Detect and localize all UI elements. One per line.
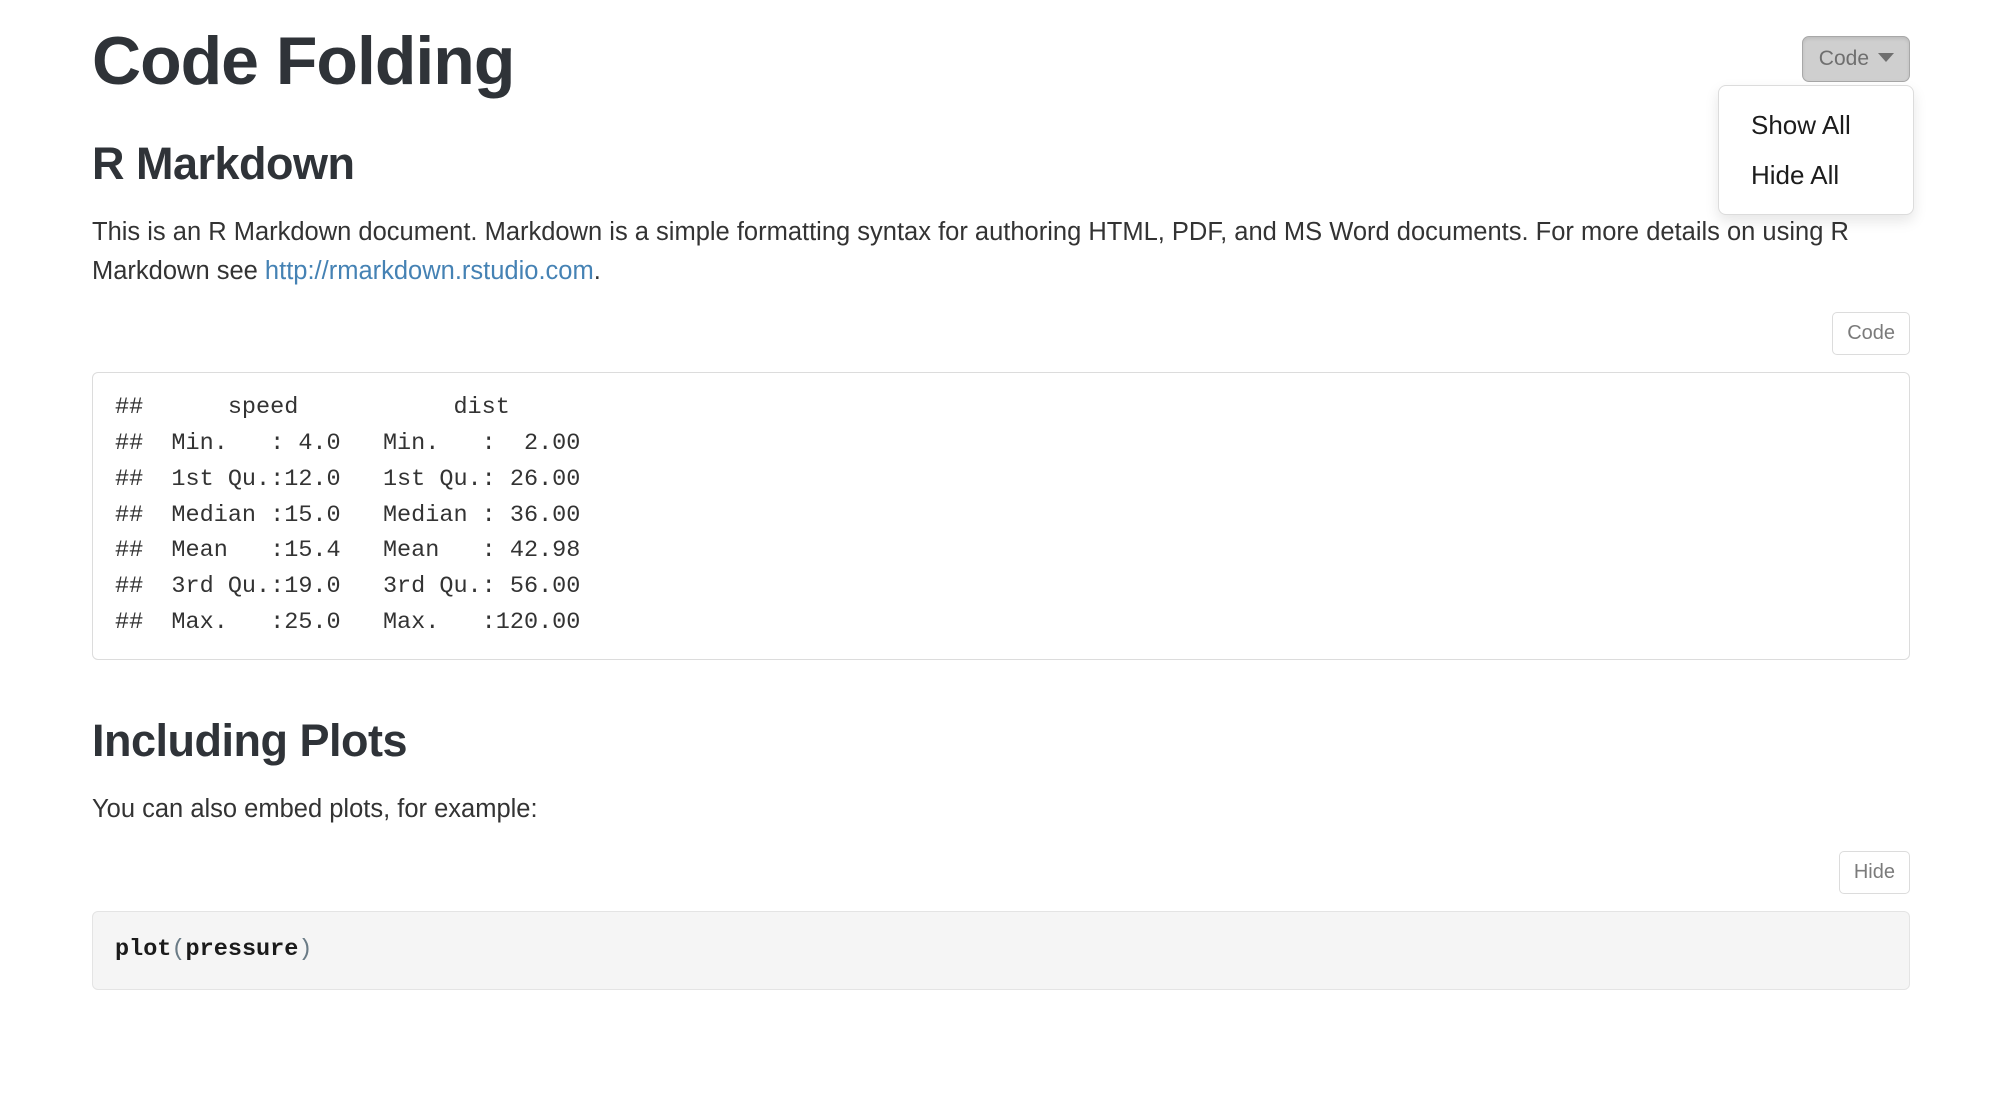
section-heading-including-plots: Including Plots (92, 715, 408, 767)
menu-item-show-all[interactable]: Show All (1719, 100, 1913, 150)
plots-paragraph: You can also embed plots, for example: (92, 794, 538, 823)
document-container: Code Folding R Markdown This is an R Mar… (92, 0, 1910, 991)
chevron-down-icon (1878, 53, 1894, 62)
intro-paragraph: This is an R Markdown document. Markdown… (92, 213, 1897, 291)
global-code-folding-dropdown: Code Show All Hide All (1710, 36, 1914, 215)
code-token-function: plot (115, 935, 172, 963)
document-page: Code Folding R Markdown This is an R Mar… (0, 0, 2006, 1108)
summary-chunk-toolbar: Code (92, 312, 1910, 356)
global-code-dropdown-label: Code (1818, 47, 1869, 70)
rmarkdown-docs-link[interactable]: http://rmarkdown.rstudio.com (265, 257, 594, 285)
plot-chunk-hide-toggle-button[interactable]: Hide (1838, 850, 1910, 894)
code-folding-menu: Show All Hide All (1718, 85, 1914, 215)
page-title: Code Folding (92, 23, 515, 99)
plot-chunk-toolbar: Hide (92, 850, 1910, 894)
plot-pressure-source: plot(pressure) (92, 910, 1910, 991)
global-code-dropdown-button[interactable]: Code (1801, 36, 1910, 82)
summary-cars-output: ## speed dist ## Min. : 4.0 Min. : 2.00 … (92, 372, 1910, 661)
code-token-close-paren: ) (298, 935, 313, 963)
code-token-argument: pressure (185, 935, 299, 963)
section-heading-r-markdown: R Markdown (92, 138, 355, 190)
summary-chunk-code-toggle-button[interactable]: Code (1832, 312, 1910, 356)
code-token-open-paren: ( (171, 935, 186, 963)
menu-item-hide-all[interactable]: Hide All (1719, 150, 1913, 200)
intro-paragraph-text-after-link: . (593, 256, 601, 285)
